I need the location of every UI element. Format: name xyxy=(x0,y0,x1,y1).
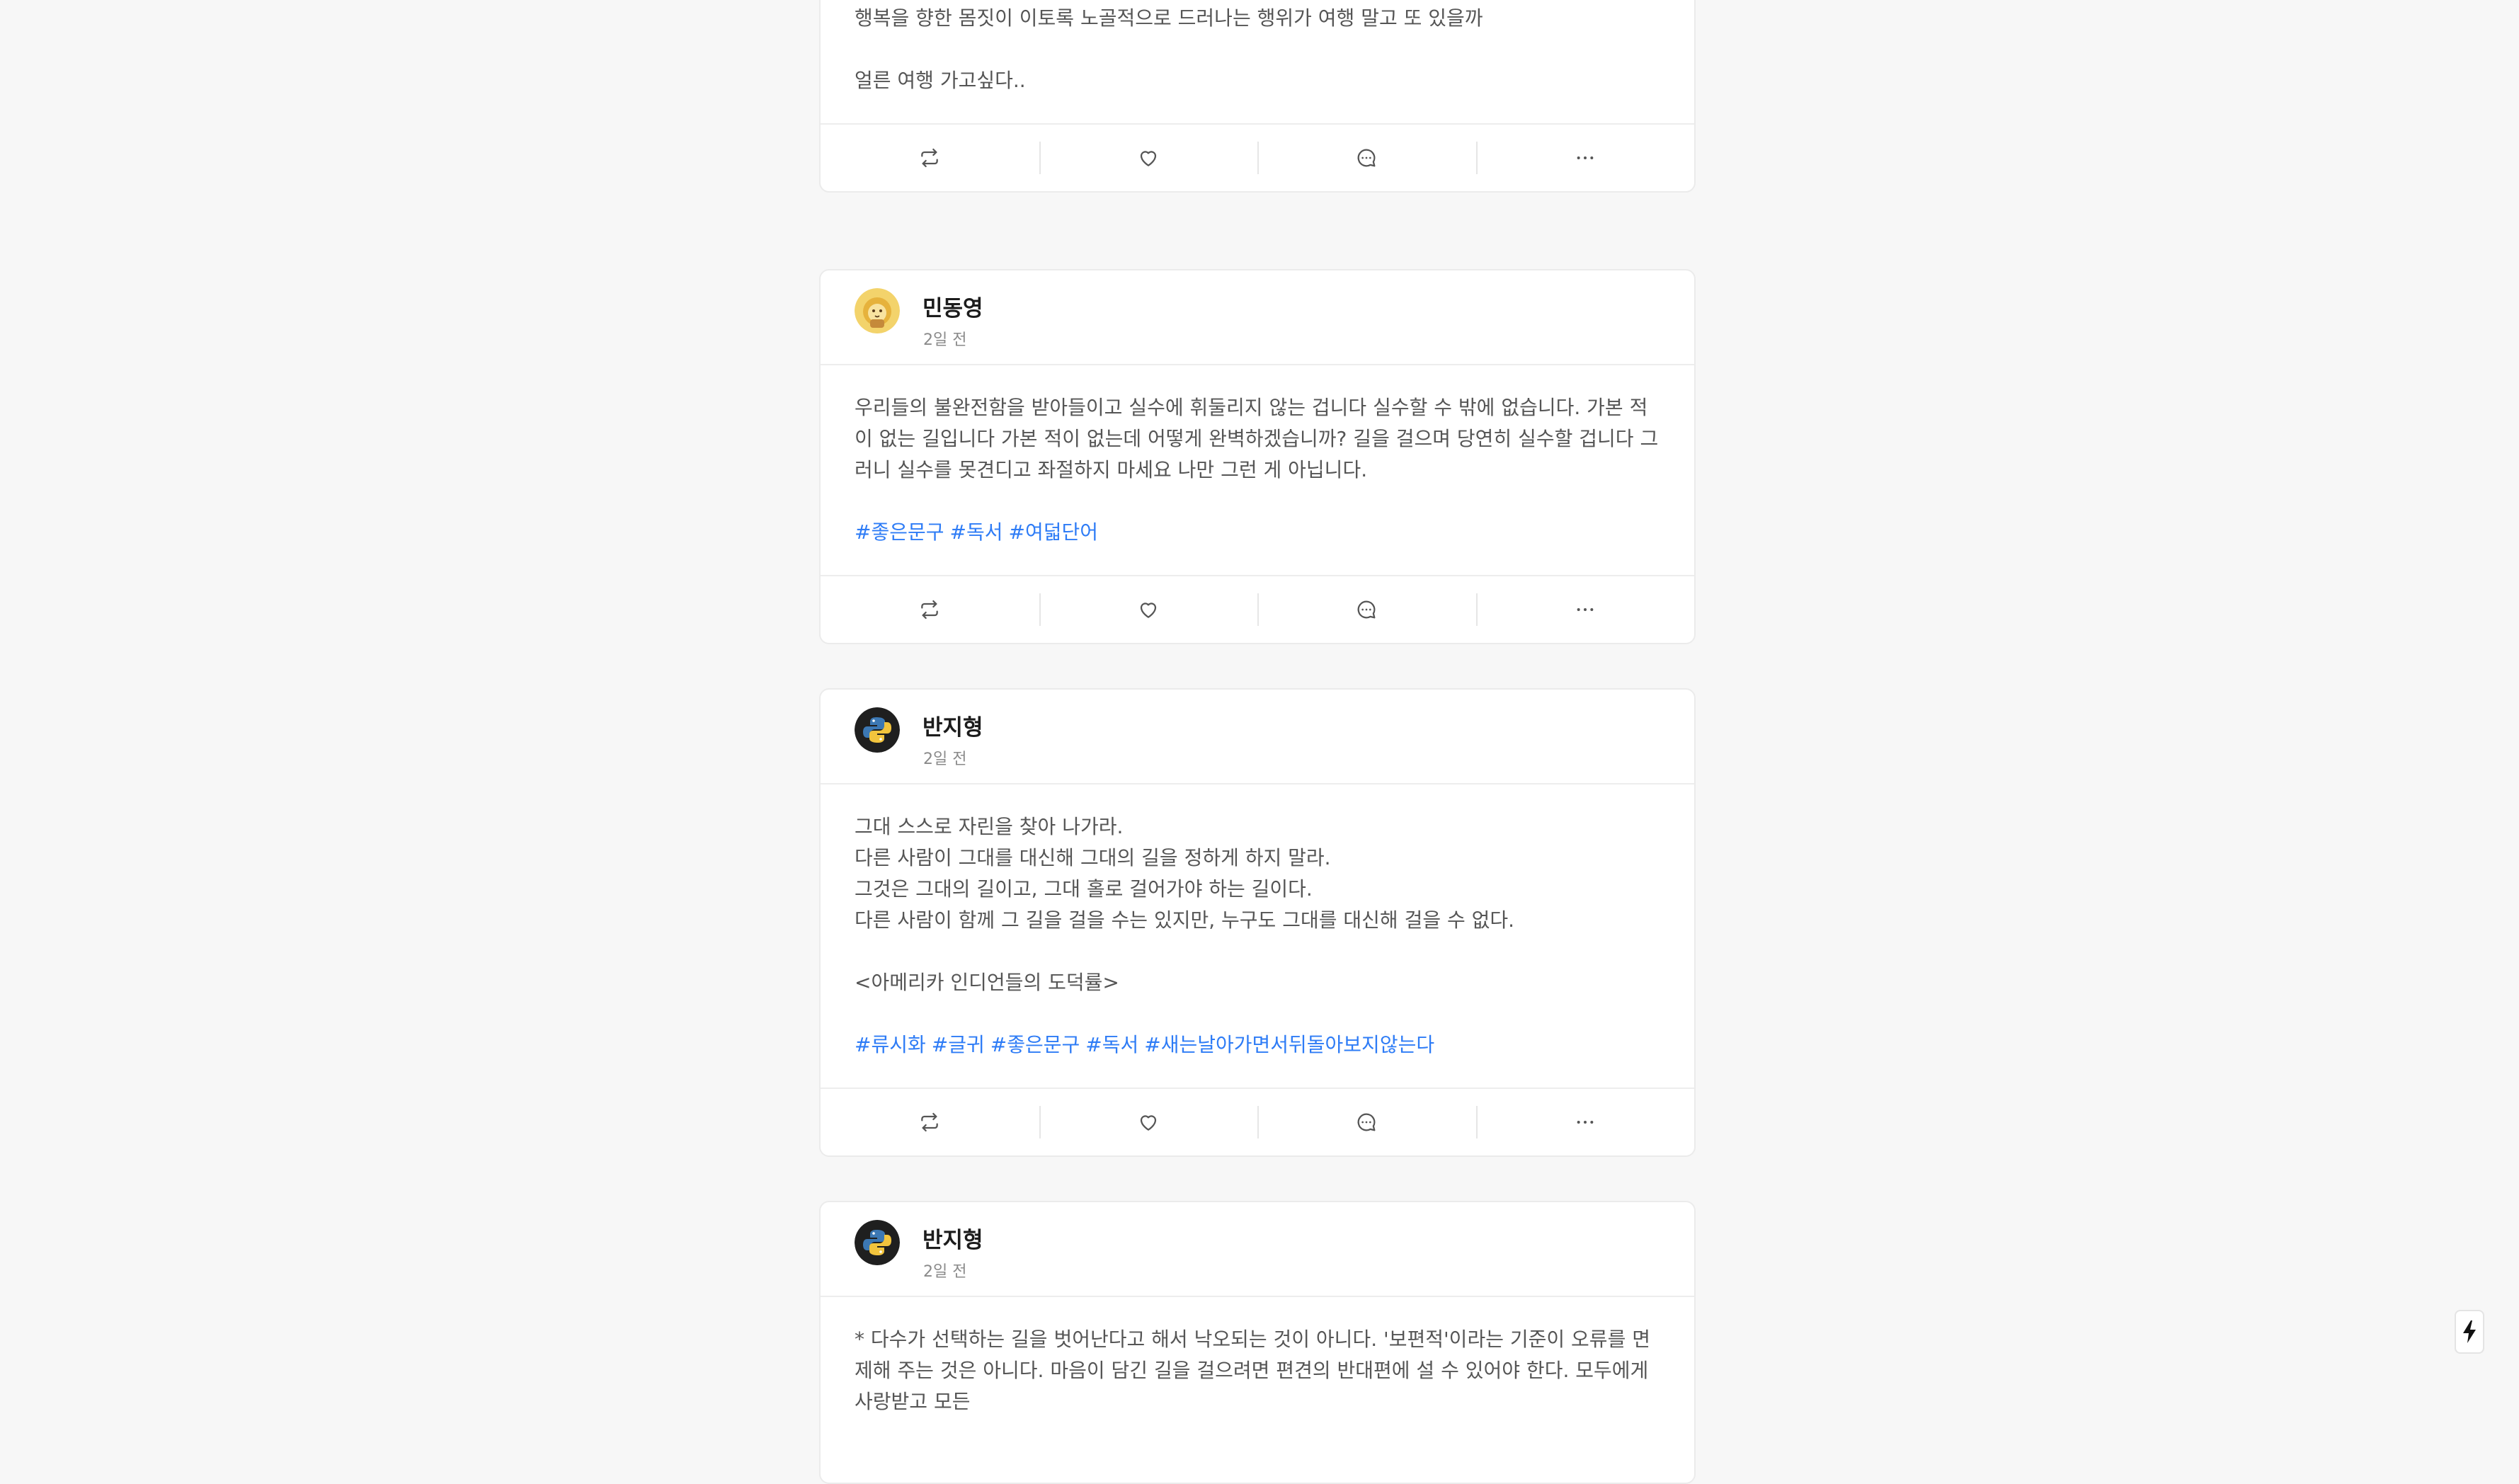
repost-icon xyxy=(921,148,939,168)
comment-icon xyxy=(1357,149,1376,167)
post-time: 2일 전 xyxy=(923,331,967,349)
post-header: 반지형 2일 전 xyxy=(821,1202,1694,1297)
post-content: 우리들의 불완전함을 받아들이고 실수에 휘둘리지 않는 겁니다 실수할 수 밖… xyxy=(821,365,1694,576)
more-icon xyxy=(1577,156,1594,159)
post-text-line: 그것은 그대의 길이고, 그대 홀로 걸어가야 하는 길이다. xyxy=(855,877,1313,901)
repost-icon xyxy=(921,600,939,620)
more-button[interactable] xyxy=(1475,125,1695,191)
post-time: 2일 전 xyxy=(923,750,967,768)
comment-button[interactable] xyxy=(1257,125,1476,191)
heart-icon xyxy=(1140,151,1156,166)
heart-icon xyxy=(1140,1115,1156,1131)
post-text-line: 얼른 여행 가고싶다.. xyxy=(855,69,1026,92)
post-text-line: 다른 사람이 그대를 대신해 그대의 길을 정하게 하지 말라. xyxy=(855,846,1331,869)
post-text-line: 다른 사람이 함께 그 길을 걸을 수는 있지만, 누구도 그대를 대신해 걸을… xyxy=(855,908,1515,932)
author-name[interactable]: 반지형 xyxy=(923,709,983,741)
more-button[interactable] xyxy=(1475,576,1695,643)
hashtag[interactable]: #독서 xyxy=(950,520,1003,544)
comment-button[interactable] xyxy=(1257,576,1476,643)
post-actions xyxy=(821,576,1694,643)
post-card: 행복을 향한 몸짓이 이토록 노골적으로 드러나는 행위가 여행 말고 또 있을… xyxy=(819,0,1696,193)
like-button[interactable] xyxy=(1039,125,1258,191)
quick-action-button[interactable] xyxy=(2455,1310,2484,1354)
post-text-line: * 다수가 선택하는 길을 벗어난다고 해서 낙오되는 것이 아니다. '보편적… xyxy=(855,1328,1650,1413)
post-text-line xyxy=(855,34,1660,65)
post-actions xyxy=(821,125,1694,191)
post-text-line: <아메리카 인디언들의 도덕률> xyxy=(855,971,1119,994)
post-card: 민동영 2일 전 우리들의 불완전함을 받아들이고 실수에 휘둘리지 않는 겁니… xyxy=(819,269,1696,644)
post-content: * 다수가 선택하는 길을 벗어난다고 해서 낙오되는 것이 아니다. '보편적… xyxy=(821,1297,1694,1444)
repost-button[interactable] xyxy=(821,125,1039,191)
more-icon xyxy=(1577,1121,1594,1124)
like-button[interactable] xyxy=(1039,576,1258,643)
post-time: 2일 전 xyxy=(923,1263,967,1281)
hashtag[interactable]: #여덟단어 xyxy=(1009,520,1099,544)
author-name[interactable]: 민동영 xyxy=(923,290,983,322)
hashtag[interactable]: #류시화 xyxy=(855,1033,926,1056)
comment-icon xyxy=(1357,1113,1376,1131)
avatar[interactable] xyxy=(855,707,900,753)
hashtag[interactable]: #독서 xyxy=(1085,1033,1138,1056)
hashtag-list: #류시화 #글귀 #좋은문구 #독서 #새는날아가면서뒤돌아보지않는다 xyxy=(855,1029,1660,1061)
lightning-icon xyxy=(2463,1320,2476,1343)
python-avatar-icon xyxy=(855,1220,900,1265)
author-name[interactable]: 반지형 xyxy=(923,1222,983,1254)
post-text-line xyxy=(855,998,1660,1029)
like-button[interactable] xyxy=(1039,1089,1258,1155)
heart-icon xyxy=(1140,603,1156,618)
post-text-line xyxy=(855,486,1660,517)
hashtag-list: #좋은문구 #독서 #여덟단어 xyxy=(855,517,1660,548)
post-content: 행복을 향한 몸짓이 이토록 노골적으로 드러나는 행위가 여행 말고 또 있을… xyxy=(821,0,1694,125)
post-card: 반지형 2일 전 그대 스스로 자린을 찾아 나가라. 다른 사람이 그대를 대… xyxy=(819,688,1696,1157)
repost-button[interactable] xyxy=(821,576,1039,643)
avatar[interactable] xyxy=(855,1220,900,1265)
repost-icon xyxy=(921,1112,939,1132)
post-text-line xyxy=(855,936,1660,967)
hashtag[interactable]: #글귀 xyxy=(932,1033,985,1056)
post-card: 반지형 2일 전 * 다수가 선택하는 길을 벗어난다고 해서 낙오되는 것이 … xyxy=(819,1201,1696,1484)
more-button[interactable] xyxy=(1475,1089,1695,1155)
hashtag[interactable]: #좋은문구 xyxy=(990,1033,1080,1056)
post-text-line: 그대 스스로 자린을 찾아 나가라. xyxy=(855,815,1124,838)
python-avatar-icon xyxy=(855,707,900,753)
post-header: 민동영 2일 전 xyxy=(821,270,1694,365)
lion-avatar-icon xyxy=(855,288,900,333)
more-icon xyxy=(1577,608,1594,611)
hashtag[interactable]: #새는날아가면서뒤돌아보지않는다 xyxy=(1144,1033,1434,1056)
post-content: 그대 스스로 자린을 찾아 나가라. 다른 사람이 그대를 대신해 그대의 길을… xyxy=(821,784,1694,1089)
comment-button[interactable] xyxy=(1257,1089,1476,1155)
post-actions xyxy=(821,1089,1694,1155)
repost-button[interactable] xyxy=(821,1089,1039,1155)
hashtag[interactable]: #좋은문구 xyxy=(855,520,944,544)
post-header: 반지형 2일 전 xyxy=(821,690,1694,784)
comment-icon xyxy=(1357,600,1376,619)
post-text-line: 행복을 향한 몸짓이 이토록 노골적으로 드러나는 행위가 여행 말고 또 있을… xyxy=(855,6,1483,30)
post-text-line: 우리들의 불완전함을 받아들이고 실수에 휘둘리지 않는 겁니다 실수할 수 밖… xyxy=(855,396,1659,481)
avatar[interactable] xyxy=(855,288,900,333)
